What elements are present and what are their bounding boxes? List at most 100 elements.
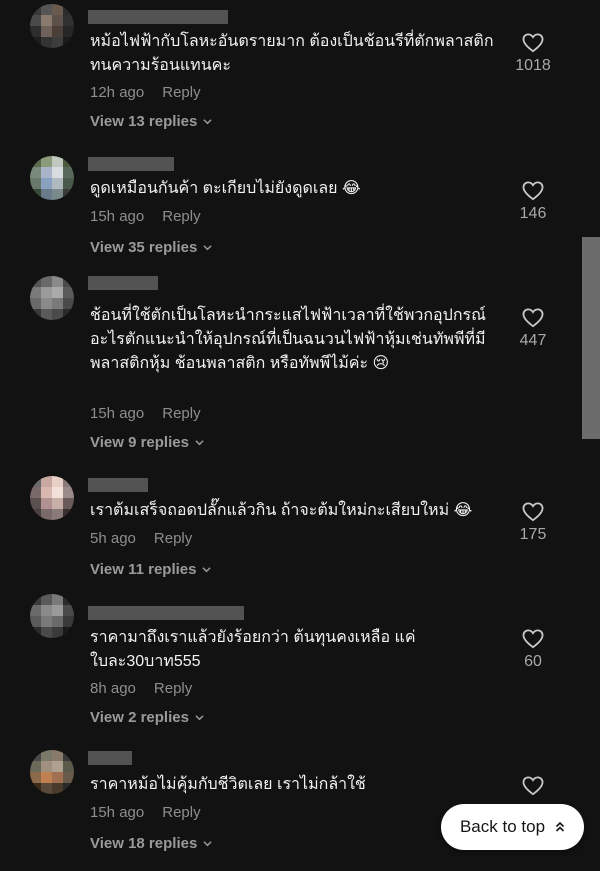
avatar-pixel (41, 178, 52, 189)
like-count: 1018 (515, 57, 551, 74)
reply-button[interactable]: Reply (162, 208, 200, 225)
view-replies-label: View 18 replies (90, 835, 198, 852)
avatar-pixel (52, 761, 63, 772)
like-button[interactable]: 146 (510, 181, 556, 223)
view-replies-button[interactable]: View 2 replies (90, 709, 204, 726)
username[interactable] (88, 276, 158, 290)
avatar-pixel (63, 276, 74, 287)
comment-meta: 8h ago Reply (90, 680, 192, 697)
chevron-down-icon (203, 119, 212, 125)
reply-button[interactable]: Reply (162, 804, 200, 821)
avatar-pixel (30, 26, 41, 37)
avatar[interactable] (30, 594, 74, 638)
avatar-pixel (52, 178, 63, 189)
avatar-pixel (63, 783, 74, 794)
chevron-down-icon (195, 440, 204, 446)
avatar[interactable] (30, 4, 74, 48)
avatar-pixel (63, 761, 74, 772)
heart-icon (522, 502, 544, 522)
avatar[interactable] (30, 276, 74, 320)
view-replies-label: View 35 replies (90, 239, 198, 256)
avatar-pixel (30, 498, 41, 509)
scrollbar-thumb[interactable] (582, 237, 600, 439)
avatar-pixel (41, 772, 52, 783)
avatar-pixel (63, 26, 74, 37)
view-replies-button[interactable]: View 13 replies (90, 113, 212, 130)
avatar-pixel (63, 616, 74, 627)
view-replies-label: View 9 replies (90, 434, 189, 451)
avatar-pixel (30, 298, 41, 309)
avatar-pixel (52, 156, 63, 167)
avatar[interactable] (30, 156, 74, 200)
avatar-pixel (63, 298, 74, 309)
back-to-top-button[interactable]: Back to top (441, 804, 584, 850)
view-replies-button[interactable]: View 18 replies (90, 835, 212, 852)
avatar-pixel (30, 309, 41, 320)
comment-text: ช้อนที่ใช้ตักเป็นโลหะนำกระแสไฟฟ้าเวลาที่… (90, 307, 486, 372)
avatar-pixel (52, 276, 63, 287)
avatar-pixel (30, 750, 41, 761)
reply-button[interactable]: Reply (162, 84, 200, 101)
avatar-pixel (63, 156, 74, 167)
username[interactable] (88, 478, 148, 492)
comment-meta: 5h ago Reply (90, 530, 192, 547)
heart-icon (522, 181, 544, 201)
avatar-pixel (52, 487, 63, 498)
avatar-pixel (52, 15, 63, 26)
username[interactable] (88, 606, 244, 620)
avatar-pixel (30, 15, 41, 26)
avatar-pixel (63, 37, 74, 48)
avatar-pixel (63, 15, 74, 26)
reply-button[interactable]: Reply (154, 530, 192, 547)
avatar-pixel (30, 772, 41, 783)
comment-time: 8h ago (90, 680, 136, 697)
avatar-pixel (41, 476, 52, 487)
avatar-pixel (41, 627, 52, 638)
avatar-pixel (41, 276, 52, 287)
like-button[interactable]: 447 (510, 308, 556, 350)
like-button[interactable] (510, 776, 556, 800)
chevron-down-icon (202, 567, 212, 573)
avatar-pixel (63, 594, 74, 605)
avatar[interactable] (30, 476, 74, 520)
view-replies-button[interactable]: View 11 replies (90, 561, 212, 578)
heart-icon (522, 776, 544, 796)
avatar-pixel (52, 37, 63, 48)
like-button[interactable]: 60 (510, 629, 556, 671)
avatar-pixel (41, 189, 52, 200)
chevron-down-icon (195, 715, 204, 721)
username[interactable] (88, 157, 174, 171)
avatar-pixel (41, 309, 52, 320)
avatar-pixel (30, 605, 41, 616)
like-button[interactable]: 1018 (510, 33, 556, 75)
view-replies-button[interactable]: View 9 replies (90, 434, 204, 451)
avatar-pixel (30, 189, 41, 200)
view-replies-button[interactable]: View 35 replies (90, 239, 212, 256)
avatar-pixel (30, 761, 41, 772)
username[interactable] (88, 751, 132, 765)
reply-button[interactable]: Reply (162, 405, 200, 422)
avatar-pixel (52, 189, 63, 200)
comment-time: 15h ago (90, 405, 145, 422)
avatar-pixel (52, 4, 63, 15)
avatar-pixel (52, 783, 63, 794)
avatar-pixel (30, 509, 41, 520)
avatar-pixel (41, 26, 52, 37)
comment-time: 15h ago (90, 804, 145, 821)
like-button[interactable]: 175 (510, 502, 556, 544)
avatar-pixel (30, 487, 41, 498)
avatar-pixel (63, 487, 74, 498)
avatar-pixel (41, 761, 52, 772)
avatar-pixel (63, 750, 74, 761)
avatar-pixel (30, 616, 41, 627)
avatar-pixel (41, 616, 52, 627)
comment-meta: 15h ago Reply (90, 405, 201, 422)
avatar-pixel (41, 750, 52, 761)
avatar-pixel (30, 178, 41, 189)
avatar-pixel (63, 509, 74, 520)
avatar[interactable] (30, 750, 74, 794)
comment-text: ราคามาถึงเราแล้วยังร้อยกว่า ต้นทุนคงเหลื… (90, 629, 416, 670)
username[interactable] (88, 10, 228, 24)
avatar-pixel (41, 498, 52, 509)
reply-button[interactable]: Reply (154, 680, 192, 697)
